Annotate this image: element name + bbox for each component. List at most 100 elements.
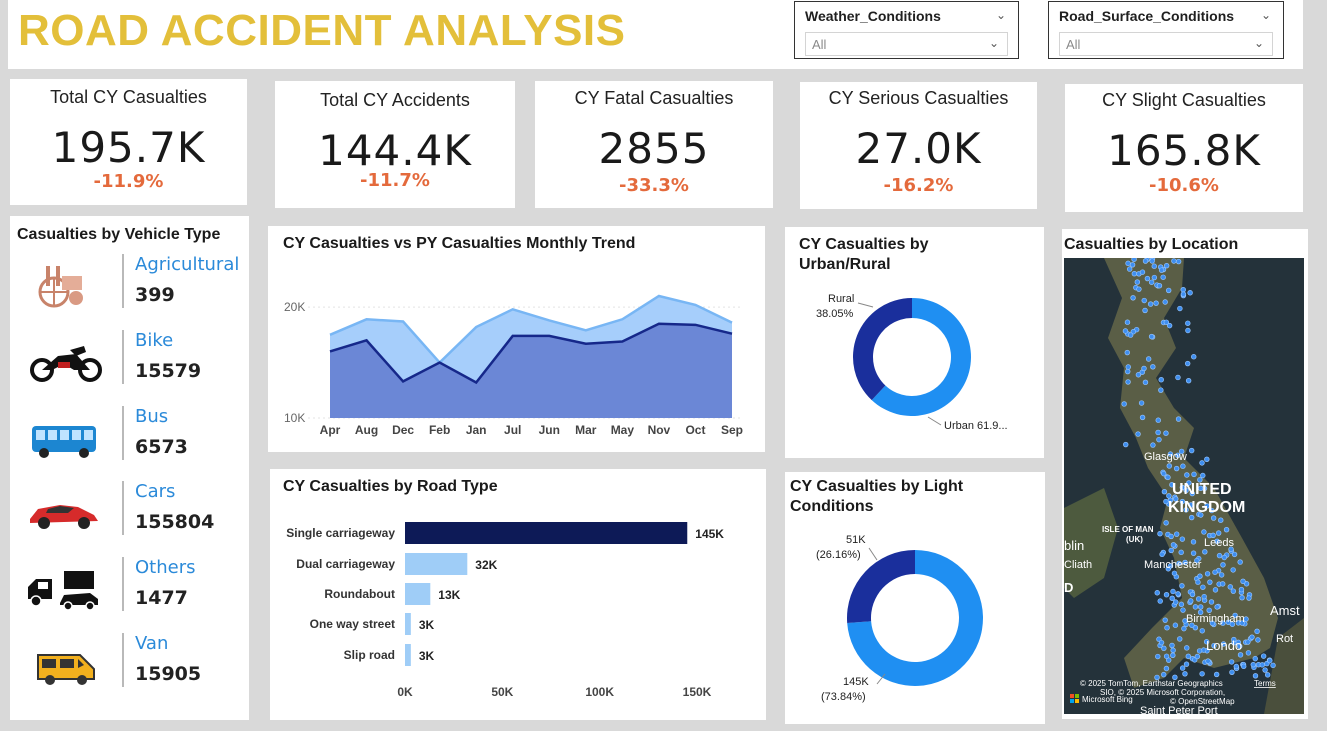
location-dot (1231, 551, 1238, 558)
kpi-change: -10.6% (1149, 175, 1219, 196)
map-label-country2: KINGDOM (1168, 499, 1245, 516)
data-label: 145K (695, 527, 724, 541)
chevron-down-icon[interactable]: ⌄ (996, 8, 1006, 22)
location-dot (1189, 591, 1196, 598)
location-dot (1185, 327, 1191, 334)
location-dot (1260, 653, 1267, 659)
location-dot (1142, 307, 1148, 314)
divider (122, 481, 124, 535)
location-dot (1168, 533, 1174, 540)
vehicle-row-cars[interactable]: Cars 155804 (10, 481, 250, 547)
data-label: 13K (438, 588, 460, 602)
location-dot (1157, 598, 1163, 604)
vehicle-row-others[interactable]: Others 1477 (10, 557, 250, 623)
vehicle-row-bus[interactable]: Bus 6573 (10, 406, 250, 472)
vehicle-row-van[interactable]: Van 15905 (10, 633, 250, 699)
location-dot (1238, 586, 1245, 593)
location-dot (1190, 539, 1197, 545)
vehicle-value: 1477 (135, 587, 188, 609)
location-dot (1173, 599, 1179, 605)
location-dot (1145, 356, 1152, 362)
urban-label: Urban 61.9... (944, 420, 1008, 432)
weather-dropdown[interactable]: All ⌄ (805, 32, 1008, 56)
vehicle-row-agricultural[interactable]: Agricultural 399 (10, 254, 250, 320)
location-dot (1170, 647, 1176, 654)
location-dot (1139, 414, 1146, 421)
y-tick-label: 20K (284, 300, 305, 314)
location-dot (1210, 515, 1217, 521)
night-value-label: 51K (846, 534, 866, 546)
urban-rural-panel: CY Casualties by Urban/Rural Rural 38.05… (785, 227, 1044, 458)
location-dot (1125, 260, 1131, 267)
road-surface-selected-value: All (1066, 37, 1081, 52)
location-dot (1155, 417, 1161, 423)
location-dot (1158, 377, 1164, 383)
location-dot (1156, 436, 1162, 443)
location-dot (1227, 584, 1233, 590)
location-dot (1218, 572, 1225, 578)
bar[interactable] (405, 583, 431, 605)
location-dot (1124, 349, 1130, 356)
location-dot (1249, 634, 1255, 640)
location-dot (1220, 581, 1226, 587)
location-dot (1163, 520, 1169, 526)
chevron-down-icon[interactable]: ⌄ (1261, 8, 1271, 22)
location-dot (1155, 653, 1161, 660)
vehicle-value: 15905 (135, 663, 202, 685)
road-surface-slicer[interactable]: Road_Surface_Conditions ⌄ All ⌄ (1048, 1, 1284, 59)
location-dot (1262, 667, 1268, 673)
location-dot (1196, 648, 1203, 654)
location-dot (1223, 526, 1230, 533)
bing-label: Microsoft Bing (1082, 695, 1133, 704)
weather-slicer[interactable]: Weather_Conditions ⌄ All ⌄ (794, 1, 1019, 59)
location-dot (1163, 592, 1170, 598)
x-tick-label: Nov (648, 423, 671, 437)
location-dot (1190, 550, 1197, 556)
location-dot (1156, 283, 1163, 289)
location-dot (1215, 530, 1222, 536)
location-dot (1180, 463, 1186, 469)
bar[interactable] (405, 644, 411, 666)
location-dot (1195, 596, 1202, 602)
bar[interactable] (405, 522, 688, 544)
location-dot (1230, 567, 1236, 573)
light-conditions-panel: CY Casualties by Light Conditions 51K (2… (785, 472, 1045, 724)
panel-title: Casualties by Vehicle Type (17, 226, 221, 243)
weather-slicer-label: Weather_Conditions (805, 8, 941, 24)
location-dot (1170, 542, 1177, 548)
leader-line (857, 302, 874, 308)
location-dot (1121, 401, 1127, 407)
dropdown-arrow-icon[interactable]: ⌄ (989, 36, 999, 50)
location-dot (1157, 530, 1163, 537)
van-icon (37, 654, 95, 685)
location-dot (1160, 274, 1166, 280)
map-label-saint: Saint Peter Port (1140, 705, 1218, 714)
location-dot (1255, 637, 1261, 643)
map-canvas[interactable]: UNITED KINGDOM ISLE OF MAN (UK) Glasgow … (1064, 258, 1304, 714)
location-dot (1199, 628, 1205, 634)
dropdown-arrow-icon[interactable]: ⌄ (1254, 36, 1264, 50)
location-dot (1197, 573, 1203, 579)
location-dot (1169, 642, 1175, 649)
location-dot (1200, 472, 1206, 479)
x-tick-label: Dec (392, 423, 414, 437)
uk-map[interactable]: UNITED KINGDOM ISLE OF MAN (UK) Glasgow … (1064, 258, 1304, 714)
location-dot (1151, 263, 1157, 269)
location-dot (1200, 584, 1206, 590)
location-dot (1245, 650, 1252, 656)
location-dot (1182, 671, 1188, 677)
bar[interactable] (405, 553, 468, 575)
location-dot (1192, 604, 1199, 610)
location-dot (1141, 365, 1147, 372)
map-label-isle: ISLE OF MAN (1102, 525, 1154, 534)
kpi-title: CY Slight Casualties (1102, 90, 1266, 110)
road-surface-dropdown[interactable]: All ⌄ (1059, 32, 1273, 56)
day-pct-label: (73.84%) (821, 691, 866, 703)
vehicle-row-bike[interactable]: Bike 15579 (10, 330, 250, 396)
road-type-chart: Single carriageway 145K Dual carriageway 32… (286, 522, 724, 699)
location-dot (1136, 286, 1142, 292)
bar[interactable] (405, 613, 411, 635)
day-value-label: 145K (843, 676, 869, 688)
map-terms-link[interactable]: Terms (1254, 679, 1276, 688)
rural-slice[interactable] (853, 298, 912, 401)
